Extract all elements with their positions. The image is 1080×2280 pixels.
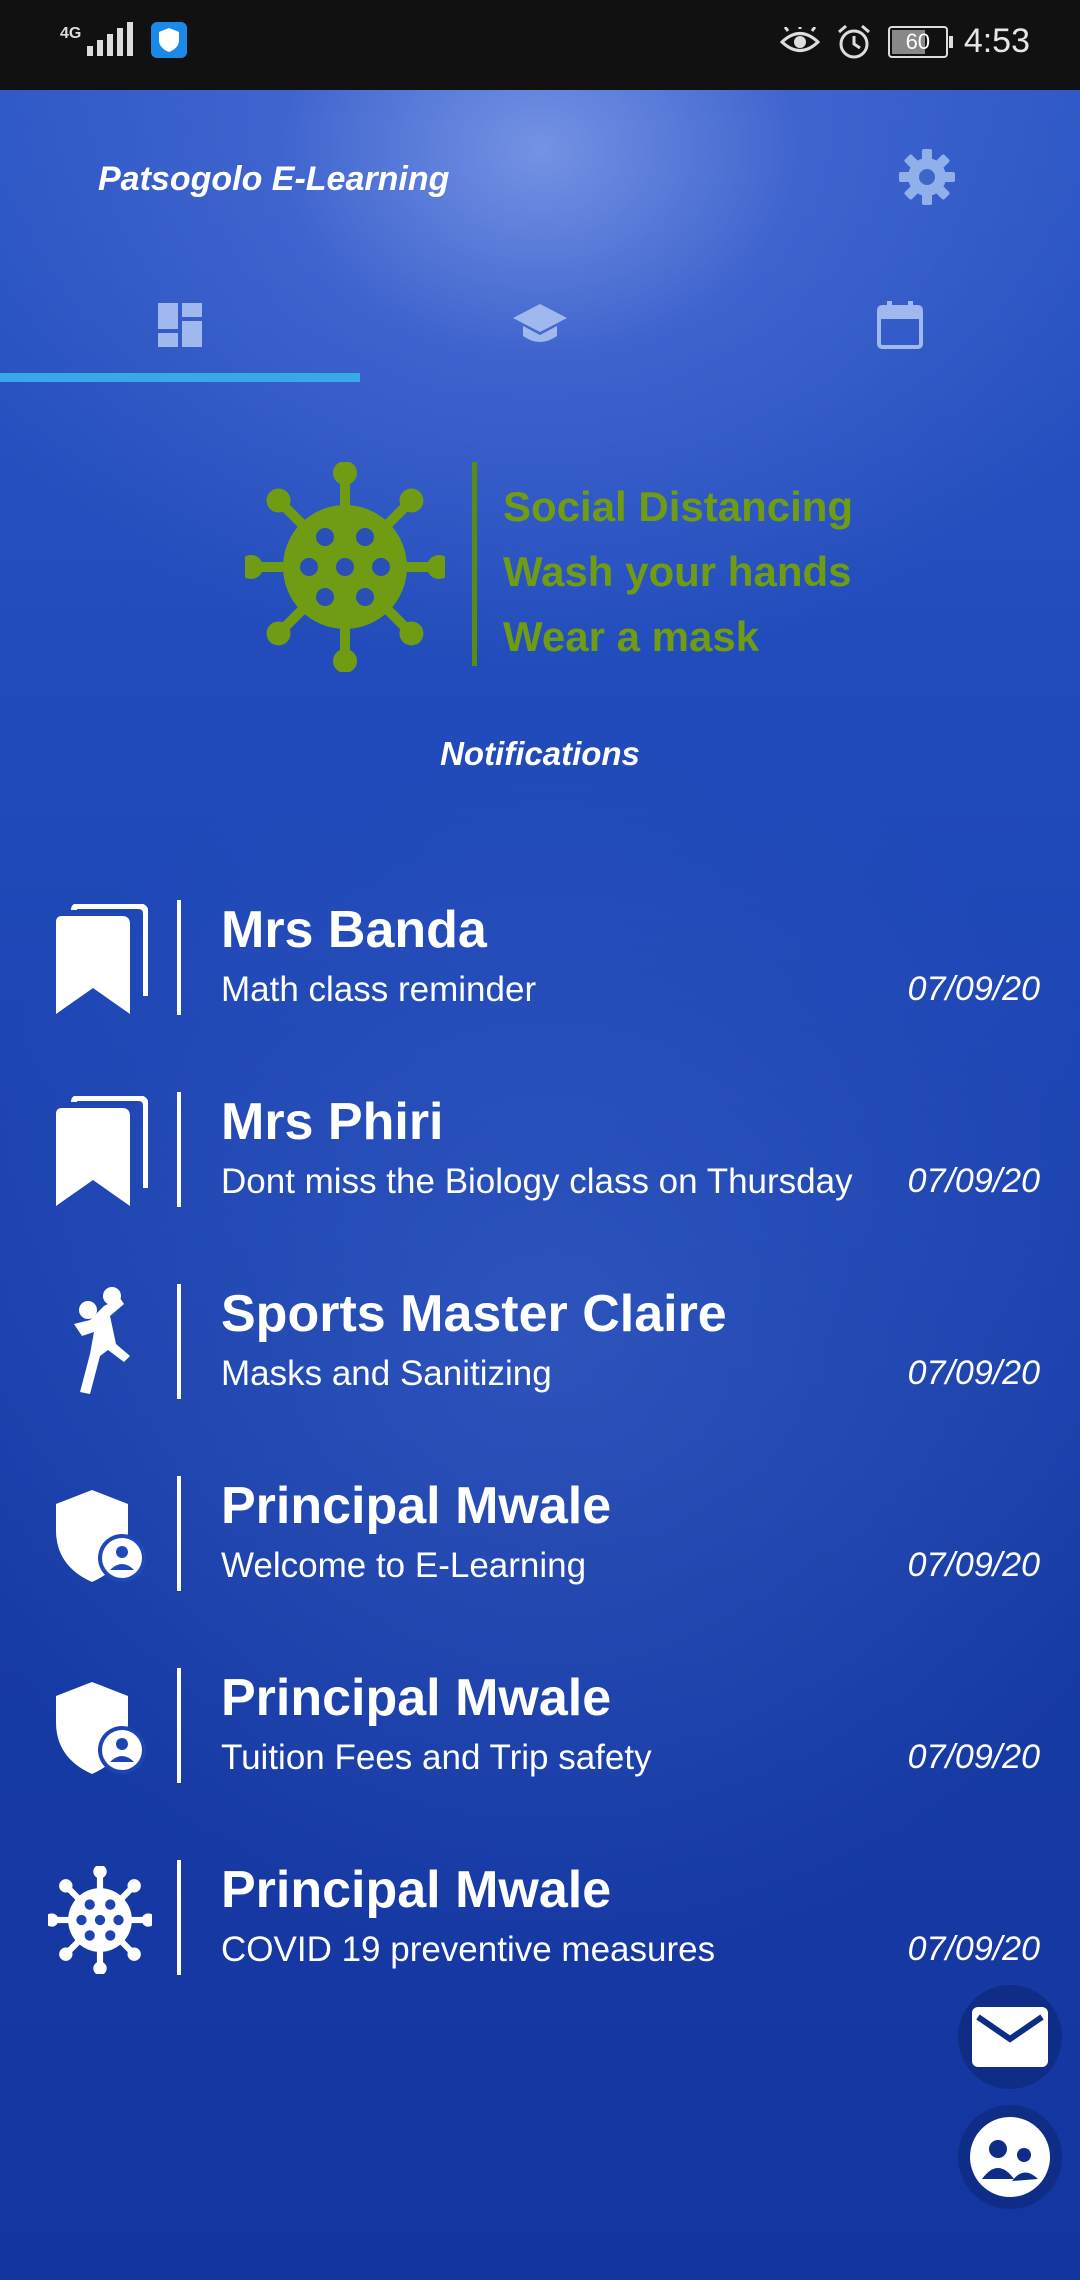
notification-message: Tuition Fees and Trip safety xyxy=(221,1738,652,1777)
admin-shield-icon xyxy=(56,1682,146,1774)
notification-sender: Mrs Phiri xyxy=(221,1093,444,1151)
virus-icon xyxy=(48,1866,152,1974)
gear-icon xyxy=(899,149,955,205)
banner-line-1: Social Distancing xyxy=(503,483,854,530)
notification-sender: Principal Mwale xyxy=(221,1861,612,1919)
list-item[interactable]: Principal Mwale Welcome to E-Learning 07… xyxy=(0,1426,1080,1618)
item-divider xyxy=(177,1860,181,1975)
notification-sender: Principal Mwale xyxy=(221,1669,612,1727)
list-item[interactable]: Mrs Banda Math class reminder 07/09/20 xyxy=(0,850,1080,1042)
eye-comfort-icon xyxy=(779,26,820,52)
groups-icon xyxy=(970,2117,1050,2197)
alarm-icon xyxy=(837,24,870,58)
notification-date: 07/09/20 xyxy=(907,1546,1040,1584)
sports-handball-icon xyxy=(74,1287,130,1394)
list-item[interactable]: Sports Master Claire Masks and Sanitizin… xyxy=(0,1234,1080,1426)
notification-sender: Sports Master Claire xyxy=(221,1285,727,1343)
battery-indicator: 60 xyxy=(887,25,953,58)
tab-bar xyxy=(0,275,1080,375)
notification-message: Math class reminder xyxy=(221,970,537,1009)
battery-level: 60 xyxy=(905,28,931,54)
groups-fab[interactable] xyxy=(958,2105,1062,2209)
calendar-icon xyxy=(877,301,923,349)
banner-line-3: Wear a mask xyxy=(503,613,760,660)
tab-dashboard[interactable] xyxy=(0,275,360,375)
notification-date: 07/09/20 xyxy=(907,1354,1040,1392)
notification-date: 07/09/20 xyxy=(907,1738,1040,1776)
item-divider xyxy=(177,1668,181,1783)
messages-fab[interactable] xyxy=(958,1985,1062,2089)
bookmarks-icon xyxy=(56,904,148,1014)
item-divider xyxy=(177,1476,181,1591)
network-type: 4G xyxy=(60,25,82,42)
signal-icon xyxy=(87,22,134,56)
banner-line-2: Wash your hands xyxy=(503,548,852,595)
graduation-cap-icon xyxy=(513,304,567,342)
status-bar: 4G 60 4:53 xyxy=(0,0,1080,90)
notification-sender: Mrs Banda xyxy=(221,901,487,959)
bookmarks-icon xyxy=(56,1096,148,1206)
item-divider xyxy=(177,900,181,1015)
notification-message: COVID 19 preventive measures xyxy=(221,1930,716,1969)
notification-date: 07/09/20 xyxy=(907,1162,1040,1200)
notifications-heading: Notifications xyxy=(440,735,640,772)
list-item[interactable]: Mrs Phiri Dont miss the Biology class on… xyxy=(0,1042,1080,1234)
notifications-list: Mrs Banda Math class reminder 07/09/20 M… xyxy=(0,850,1080,2002)
safety-banner: Social Distancing Wash your hands Wear a… xyxy=(245,462,865,672)
vpn-shield-icon xyxy=(151,22,188,58)
banner-divider xyxy=(472,462,477,666)
notification-date: 07/09/20 xyxy=(907,970,1040,1008)
list-item[interactable]: Principal Mwale Tuition Fees and Trip sa… xyxy=(0,1618,1080,1810)
list-item[interactable]: Principal Mwale COVID 19 preventive meas… xyxy=(0,1810,1080,2002)
settings-button[interactable] xyxy=(895,145,959,209)
notification-message: Masks and Sanitizing xyxy=(221,1354,552,1393)
notification-sender: Principal Mwale xyxy=(221,1477,612,1535)
notification-date: 07/09/20 xyxy=(907,1930,1040,1968)
app-title: Patsogolo E-Learning xyxy=(98,160,450,198)
app-screen: Patsogolo E-Learning Social Distancing W… xyxy=(0,90,1080,2280)
item-divider xyxy=(177,1284,181,1399)
banner-text: Social Distancing Wash your hands Wear a… xyxy=(503,474,853,669)
item-divider xyxy=(177,1092,181,1207)
notification-message: Welcome to E-Learning xyxy=(221,1546,587,1585)
admin-shield-icon xyxy=(56,1490,146,1582)
tab-courses[interactable] xyxy=(360,275,720,375)
virus-icon xyxy=(245,462,445,672)
dashboard-icon xyxy=(158,303,202,347)
tab-calendar[interactable] xyxy=(720,275,1080,375)
clock: 4:53 xyxy=(963,22,1030,60)
notification-message: Dont miss the Biology class on Thursday xyxy=(221,1162,853,1201)
active-tab-indicator xyxy=(0,373,360,382)
mail-icon xyxy=(972,2007,1048,2067)
